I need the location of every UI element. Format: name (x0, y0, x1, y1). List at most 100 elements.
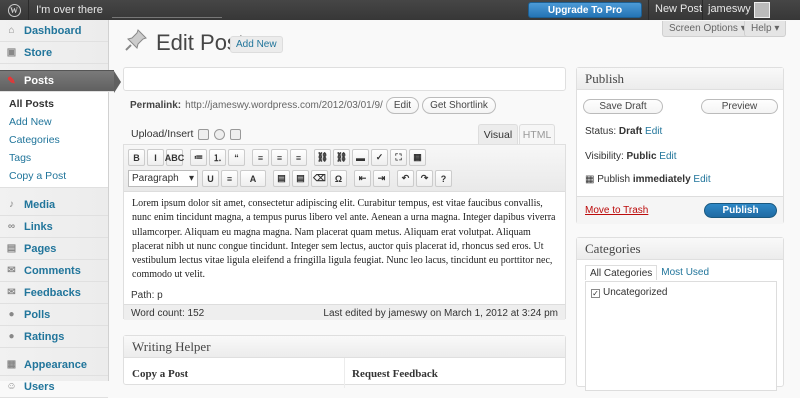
paste-word-button[interactable]: ▤ (292, 170, 309, 187)
underline-button[interactable]: U (202, 170, 219, 187)
paste-text-button[interactable]: ▤ (273, 170, 290, 187)
insert-link-button[interactable]: ⛓ (314, 149, 331, 166)
copy-a-post-heading[interactable]: Copy a Post (132, 368, 188, 380)
user-menu-link[interactable]: jameswy (708, 3, 751, 15)
tab-visual[interactable]: Visual (478, 124, 518, 144)
divider (648, 0, 649, 20)
permalink-url[interactable]: http://jameswy.wordpress.com/2012/03/01/… (185, 100, 383, 111)
post-title-input[interactable] (123, 67, 566, 91)
divider (702, 0, 703, 20)
edit-status-link[interactable]: Edit (645, 126, 662, 137)
format-select[interactable]: Paragraph ▾ (128, 170, 198, 187)
align-center-button[interactable]: ≡ (271, 149, 288, 166)
status-label: Status: (585, 126, 617, 137)
checkbox[interactable]: ✓ (591, 289, 600, 298)
bold-button[interactable]: B (128, 149, 145, 166)
submenu-item-copy-a-post[interactable]: Copy a Post (0, 167, 108, 185)
get-shortlink-button[interactable]: Get Shortlink (422, 97, 496, 114)
outdent-button[interactable]: ⇤ (354, 170, 371, 187)
sidebar-item-label: Ratings (24, 330, 65, 343)
help-tab[interactable]: Help ▾ (744, 21, 787, 37)
italic-button[interactable]: I (147, 149, 164, 166)
site-name-link[interactable]: I'm over there (28, 4, 112, 16)
submenu-item-add-new[interactable]: Add New (0, 113, 108, 131)
unlink-button[interactable]: ⛓ (333, 149, 350, 166)
submenu-item-categories[interactable]: Categories (0, 131, 108, 149)
pushpin-icon (124, 28, 148, 52)
submenu-item-tags[interactable]: Tags (0, 149, 108, 167)
sidebar-item-users[interactable]: ☺ Users (0, 376, 108, 398)
polls-icon: ● (8, 309, 15, 320)
screen-options-tab[interactable]: Screen Options ▾ (662, 21, 753, 37)
text-color-button[interactable]: A (240, 170, 266, 187)
sidebar-item-pages[interactable]: ▤ Pages (0, 238, 108, 260)
spellcheck-button[interactable]: ✓ (371, 149, 388, 166)
sidebar-item-links[interactable]: ∞ Links (0, 216, 108, 238)
sidebar-item-comments[interactable]: ✉ Comments (0, 260, 108, 282)
indent-button[interactable]: ⇥ (373, 170, 390, 187)
status-line: Status: Draft Edit (585, 126, 662, 137)
publish-label: Publish (597, 174, 631, 185)
upgrade-button[interactable]: Upgrade To Pro (528, 2, 642, 18)
tab-most-used[interactable]: Most Used (657, 265, 713, 280)
editor-content[interactable]: Lorem ipsum dolor sit amet, consectetur … (124, 192, 565, 280)
tab-all-categories[interactable]: All Categories (585, 265, 658, 280)
sidebar-item-label: Links (24, 220, 53, 233)
sidebar-item-ratings[interactable]: ● Ratings (0, 326, 108, 348)
avatar[interactable] (754, 2, 770, 18)
clear-formatting-button[interactable]: ⌫ (311, 170, 328, 187)
add-new-button[interactable]: Add New (230, 36, 283, 53)
wordpress-logo-icon[interactable]: W (0, 0, 28, 20)
sidebar-item-media[interactable]: ♪ Media (0, 194, 108, 216)
chevron-down-icon: ▾ (188, 173, 194, 184)
sidebar-item-polls[interactable]: ● Polls (0, 304, 108, 326)
special-character-button[interactable]: Ω (330, 170, 347, 187)
fullscreen-button[interactable]: ⛶ (390, 149, 407, 166)
submenu-item-all-posts[interactable]: All Posts (0, 95, 108, 113)
strikethrough-button[interactable]: ABC (165, 149, 184, 166)
admin-bar-search-input[interactable] (112, 3, 222, 18)
align-right-button[interactable]: ≡ (290, 149, 307, 166)
request-feedback-heading[interactable]: Request Feedback (352, 368, 438, 380)
undo-button[interactable]: ↶ (397, 170, 414, 187)
sidebar-item-label: Polls (24, 308, 51, 321)
sidebar-item-store[interactable]: ▣ Store (0, 42, 108, 64)
move-to-trash-link[interactable]: Move to Trash (585, 205, 648, 216)
more-tag-button[interactable]: ▬ (352, 149, 369, 166)
redo-button[interactable]: ↷ (416, 170, 433, 187)
category-item[interactable]: ✓ Uncategorized (591, 287, 771, 298)
sidebar-item-feedbacks[interactable]: ✉ Feedbacks (0, 282, 108, 304)
edit-visibility-link[interactable]: Edit (659, 151, 676, 162)
numbered-list-button[interactable]: ⒈ (209, 149, 226, 166)
publish-value: immediately (632, 174, 691, 185)
sidebar-item-label: Users (24, 380, 55, 393)
writing-helper-title[interactable]: Writing Helper (124, 336, 565, 358)
store-icon: ▣ (6, 47, 17, 58)
tab-html[interactable]: HTML (519, 124, 555, 144)
add-image-icon[interactable] (198, 128, 210, 140)
sidebar-item-posts[interactable]: ✎ Posts (0, 70, 121, 93)
help-button[interactable]: ? (435, 170, 452, 187)
wp-logo-glyph: W (7, 3, 21, 17)
blockquote-button[interactable]: “ (228, 149, 245, 166)
sidebar-item-label: Appearance (24, 358, 87, 371)
editor-toolbar: B I ABC ≔ ⒈ “≡ ≡ ≡ ⛓ ⛓ ▬ ✓ ⛶ ▦ Paragraph ▾ U ≡ A ▤ ▤ ⌫ Ω ⇤ ⇥ ↶ ↷… (124, 145, 565, 192)
sidebar-item-appearance[interactable]: ▦ Appearance (0, 354, 108, 376)
save-draft-button[interactable]: Save Draft (583, 99, 663, 114)
new-post-link[interactable]: New Post (655, 3, 702, 15)
edit-permalink-button[interactable]: Edit (385, 97, 420, 114)
bullet-list-button[interactable]: ≔ (190, 149, 207, 166)
calendar-icon: ▦ (585, 174, 595, 185)
add-media-icon[interactable] (214, 128, 226, 140)
categories-box: Categories All Categories Most Used ✓ Unc… (576, 237, 784, 391)
admin-sidebar: ⌂ Dashboard ▣ Store ✎ Posts All Posts Add New… (0, 20, 121, 398)
add-poll-icon[interactable] (230, 128, 242, 140)
category-tabs: All Categories Most Used (585, 265, 713, 280)
kitchen-sink-button[interactable]: ▦ (409, 149, 426, 166)
align-left-button[interactable]: ≡ (252, 149, 269, 166)
preview-button[interactable]: Preview (701, 99, 778, 114)
justify-button[interactable]: ≡ (221, 170, 238, 187)
edit-schedule-link[interactable]: Edit (693, 174, 710, 185)
sidebar-item-dashboard[interactable]: ⌂ Dashboard (0, 20, 108, 42)
publish-button[interactable]: Publish (704, 203, 777, 218)
